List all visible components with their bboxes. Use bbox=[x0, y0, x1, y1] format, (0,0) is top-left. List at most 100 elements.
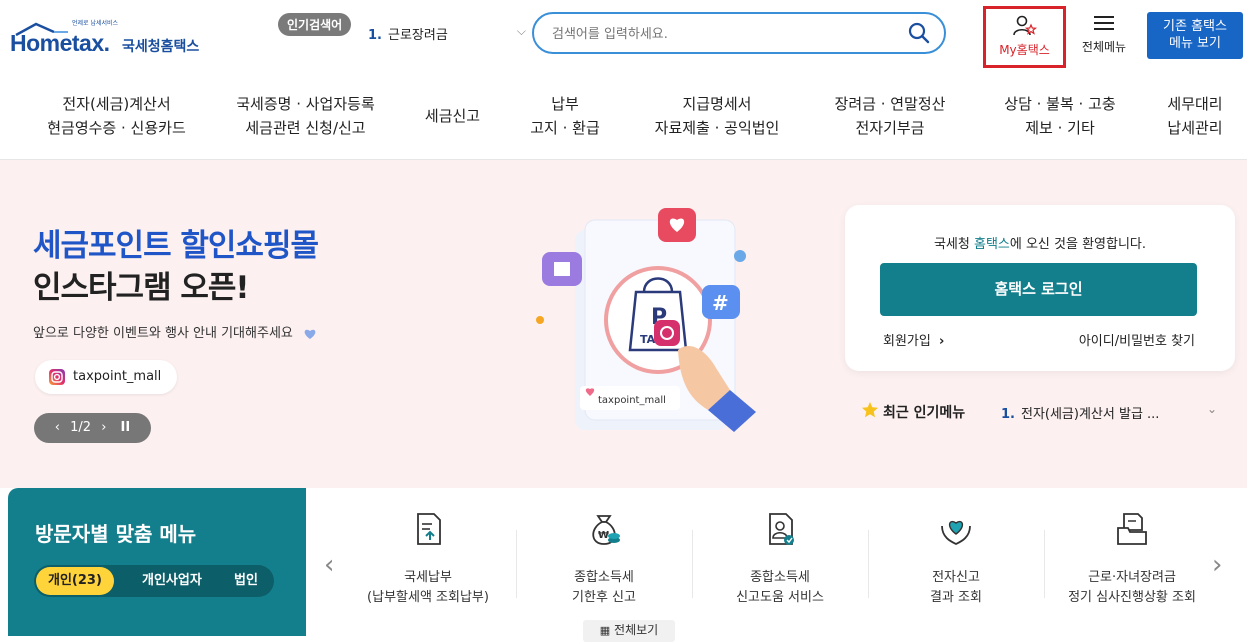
recent-menu-value: 1. 전자(세금)계산서 발급 ... bbox=[1001, 403, 1159, 422]
recent-popular-menu[interactable]: 최근 인기메뉴 1. 전자(세금)계산서 발급 ... ⌄ bbox=[845, 388, 1235, 436]
nav-item-line2: 제보 · 기타 bbox=[1025, 119, 1095, 137]
pager-prev-button[interactable]: ‹ bbox=[55, 420, 60, 435]
nav-item-payment[interactable]: 납부 고지 · 환급 bbox=[510, 92, 620, 140]
all-menu-button[interactable]: 전체메뉴 bbox=[1074, 10, 1134, 60]
popular-search-term: 근로장려금 bbox=[387, 28, 448, 43]
quick-item-line2: 신고도움 서비스 bbox=[736, 590, 824, 605]
banner-pager: ‹ 1/2 › II bbox=[34, 413, 151, 443]
tab-sole-proprietor[interactable]: 개인사업자 bbox=[142, 565, 202, 597]
search-icon[interactable] bbox=[908, 22, 930, 44]
nav-item-line2: 자료제출 · 공익법인 bbox=[654, 119, 780, 137]
nav-item-consult[interactable]: 상담 · 불복 · 고충 제보 · 기타 bbox=[985, 92, 1135, 140]
quick-item-line1: 국세납부 bbox=[404, 570, 452, 585]
view-all-button[interactable]: ▦ 전체보기 bbox=[583, 620, 675, 642]
signup-label: 회원가입 bbox=[883, 334, 931, 349]
nav-item-incentive[interactable]: 장려금 · 연말정산 전자기부금 bbox=[815, 92, 965, 140]
document-person-icon bbox=[769, 513, 794, 545]
instagram-shopping-illustration: P TAX # taxpoint_mall bbox=[536, 208, 756, 432]
old-menu-line2: 메뉴 보기 bbox=[1169, 36, 1221, 51]
hero-title-line2[interactable]: 인스타그램 오픈! bbox=[33, 262, 250, 307]
heart-icon bbox=[304, 329, 316, 339]
hero-description-text: 앞으로 다양한 이벤트와 행사 안내 기대해주세요 bbox=[33, 326, 293, 341]
hamburger-icon bbox=[1094, 16, 1114, 30]
recent-menu-text: 전자(세금)계산서 발급 ... bbox=[1020, 407, 1160, 422]
pager-next-button[interactable]: › bbox=[101, 420, 106, 435]
quick-item-line1: 종합소득세 bbox=[574, 570, 634, 585]
nav-item-tax-invoice[interactable]: 전자(세금)계산서 현금영수증 · 신용카드 bbox=[24, 92, 209, 140]
quick-item-earned-income-credit[interactable]: 근로·자녀장려금 정기 심사진행상황 조회 bbox=[1044, 510, 1220, 610]
nav-item-payment-statement[interactable]: 지급명세서 자료제출 · 공익법인 bbox=[632, 92, 802, 140]
login-card: 국세청 홈택스에 오신 것을 환영합니다. 홈택스 로그인 회원가입 › 아이디… bbox=[845, 205, 1235, 371]
view-all-label: 전체보기 bbox=[614, 623, 659, 637]
visitor-menu-title: 방문자별 맞춤 메뉴 bbox=[35, 522, 197, 546]
instagram-handle: taxpoint_mall bbox=[73, 369, 162, 384]
quick-item-line2: (납부할세액 조회납부) bbox=[367, 590, 489, 605]
chevron-down-icon[interactable]: ⌄ bbox=[1207, 402, 1217, 416]
search-input[interactable] bbox=[552, 23, 892, 45]
popular-search-rank: 1. bbox=[368, 28, 382, 43]
my-hometax-label: My홈택스 bbox=[999, 43, 1050, 57]
instagram-icon bbox=[49, 368, 65, 385]
quick-item-income-tax-help[interactable]: 종합소득세 신고도움 서비스 bbox=[692, 510, 868, 610]
main-navigation: 전자(세금)계산서 현금영수증 · 신용카드 국세증명 · 사업자등록 세금관련… bbox=[0, 78, 1247, 160]
nav-item-tax-agent[interactable]: 세무대리 납세관리 bbox=[1150, 92, 1240, 140]
nav-item-line1: 상담 · 불복 · 고충 bbox=[1004, 95, 1116, 113]
hero-description: 앞으로 다양한 이벤트와 행사 안내 기대해주세요 bbox=[33, 322, 317, 341]
nav-item-tax-report[interactable]: 세금신고 bbox=[405, 104, 500, 128]
quick-item-line2: 기한후 신고 bbox=[572, 590, 636, 605]
welcome-highlight: 홈택스 bbox=[973, 237, 1010, 252]
quick-item-e-filing-result[interactable]: 전자신고 결과 조회 bbox=[868, 510, 1044, 610]
nav-item-certificate[interactable]: 국세증명 · 사업자등록 세금관련 신청/신고 bbox=[218, 92, 393, 140]
nav-item-line2: 현금영수증 · 신용카드 bbox=[47, 119, 186, 137]
document-upload-icon bbox=[417, 513, 441, 545]
visitor-tabs: 개인(23) 개인사업자 법인 bbox=[34, 565, 274, 597]
welcome-suffix: 에 오신 것을 환영합니다. bbox=[1009, 237, 1147, 252]
recent-menu-rank: 1. bbox=[1001, 407, 1015, 422]
login-button[interactable]: 홈택스 로그인 bbox=[880, 263, 1197, 316]
nav-item-line1: 납부 bbox=[551, 95, 579, 113]
search-box bbox=[532, 12, 946, 54]
nav-item-line2: 납세관리 bbox=[1167, 119, 1223, 137]
popular-search-badge: 인기검색어 bbox=[278, 13, 352, 36]
nav-item-line2: 세금관련 신청/신고 bbox=[245, 119, 366, 137]
my-hometax-button[interactable]: My홈택스 bbox=[983, 6, 1066, 68]
popular-search-dropdown[interactable]: 1. 근로장려금 ⌵ bbox=[368, 24, 526, 44]
header: 언제로 납세서비스 Hometax. 국세청홈택스 인기검색어 1. 근로장려금 … bbox=[0, 0, 1247, 75]
quick-item-line1: 근로·자녀장려금 bbox=[1088, 570, 1176, 585]
grid-icon: ▦ bbox=[599, 624, 611, 637]
nav-item-line2: 전자기부금 bbox=[855, 119, 925, 137]
pager-pause-button[interactable]: II bbox=[121, 420, 131, 435]
chevron-down-icon: ⌵ bbox=[516, 24, 526, 38]
star-icon bbox=[862, 402, 878, 418]
nav-item-line1: 세금신고 bbox=[424, 107, 481, 125]
visitor-custom-menu: 방문자별 맞춤 메뉴 개인(23) 개인사업자 법인 bbox=[8, 488, 306, 636]
old-menu-button[interactable]: 기존 홈택스 메뉴 보기 bbox=[1147, 12, 1243, 59]
find-id-password-link[interactable]: 아이디/비밀번호 찾기 bbox=[1079, 330, 1195, 349]
folder-document-icon bbox=[1117, 513, 1147, 545]
tab-corporation[interactable]: 법인 bbox=[234, 565, 258, 597]
hero-title-line1[interactable]: 세금포인트 할인쇼핑몰 bbox=[33, 220, 319, 265]
hero-banner: 세금포인트 할인쇼핑몰 인스타그램 오픈! 앞으로 다양한 이벤트와 행사 안내… bbox=[0, 160, 1247, 488]
quick-prev-button[interactable]: ‹ bbox=[324, 550, 334, 580]
welcome-prefix: 국세청 bbox=[933, 237, 974, 252]
logo-tagline: 언제로 납세서비스 bbox=[72, 20, 119, 27]
logo-wordmark: Hometax. bbox=[10, 30, 110, 56]
nav-item-line1: 세무대리 bbox=[1167, 95, 1223, 113]
signup-link[interactable]: 회원가입 › bbox=[883, 330, 944, 349]
quick-item-tax-payment[interactable]: 국세납부 (납부할세액 조회납부) bbox=[340, 510, 516, 610]
quick-item-income-tax-late[interactable]: ₩ 종합소득세 기한후 신고 bbox=[516, 510, 692, 610]
svg-text:₩: ₩ bbox=[598, 530, 609, 541]
quick-item-line1: 종합소득세 bbox=[750, 570, 810, 585]
quick-menu: ‹ › 국세납부 (납부할세액 조회납부) ₩ 종합소득세 기한후 신고 종합소… bbox=[306, 488, 1247, 642]
user-star-icon bbox=[1013, 15, 1037, 36]
instagram-link[interactable]: taxpoint_mall bbox=[35, 360, 178, 394]
nav-item-line1: 지급명세서 bbox=[682, 95, 752, 113]
quick-item-line1: 전자신고 bbox=[932, 570, 980, 585]
recent-menu-label: 최근 인기메뉴 bbox=[883, 405, 966, 421]
money-bag-icon: ₩ bbox=[592, 515, 620, 545]
hometax-logo[interactable]: 언제로 납세서비스 Hometax. 국세청홈택스 bbox=[10, 10, 220, 62]
nav-item-line1: 전자(세금)계산서 bbox=[62, 95, 171, 113]
welcome-message: 국세청 홈택스에 오신 것을 환영합니다. bbox=[845, 233, 1235, 252]
tab-individual[interactable]: 개인(23) bbox=[36, 567, 114, 595]
old-menu-line1: 기존 홈택스 bbox=[1163, 19, 1227, 34]
